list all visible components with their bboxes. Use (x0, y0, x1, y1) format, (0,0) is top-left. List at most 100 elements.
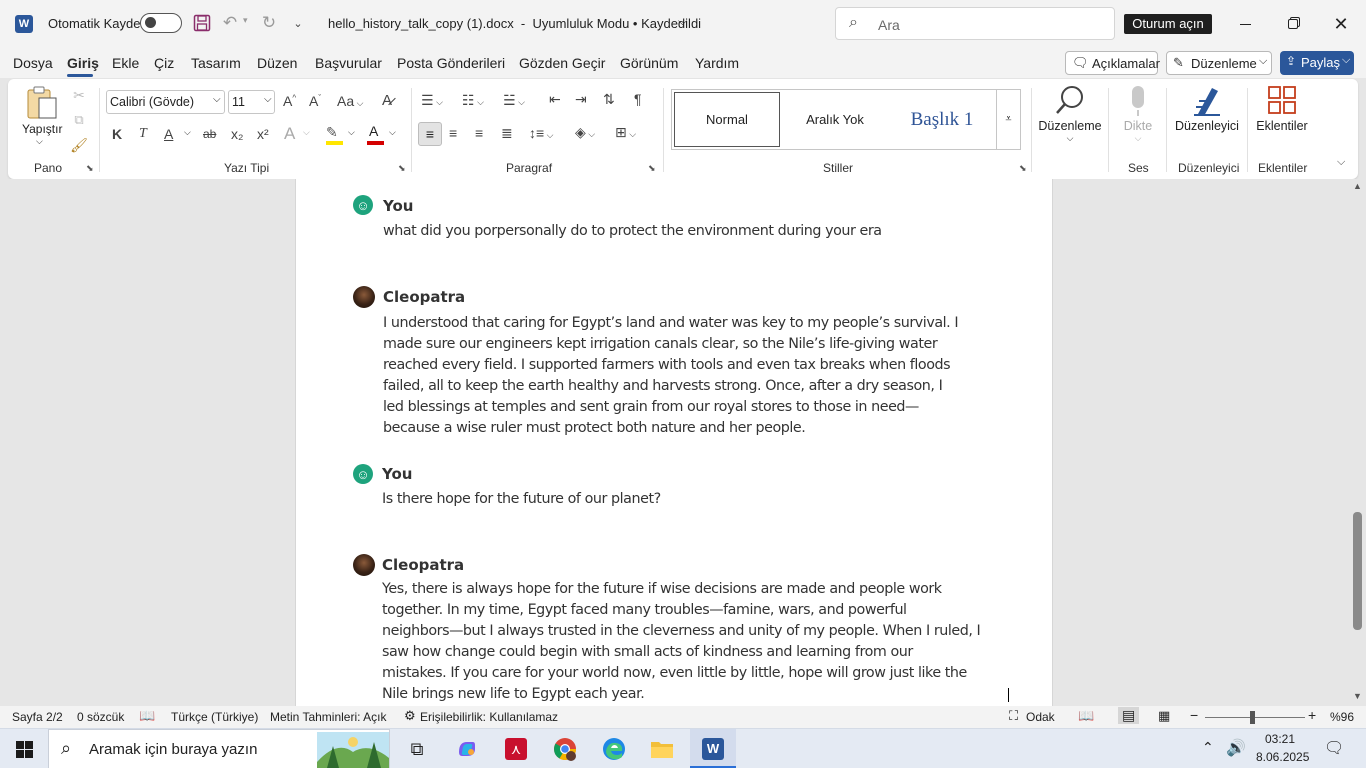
font-size-combo[interactable]: 11 ⌵ (228, 90, 275, 114)
decrease-indent-icon[interactable]: ⇤ (549, 91, 561, 108)
font-launcher-icon[interactable]: ⬊ (398, 163, 406, 174)
page-count[interactable]: Sayfa 2/2 (12, 710, 63, 724)
taskbar-search-box[interactable]: ⌕ Aramak için buraya yazın (48, 729, 390, 768)
highlight-color-button[interactable]: ✎ ⌵ (325, 124, 359, 146)
edge-icon[interactable] (597, 729, 631, 768)
clear-formatting-icon[interactable]: A̷ (382, 92, 392, 109)
underline-chevron-icon[interactable]: ⌵ (184, 127, 191, 138)
styles-more-icon[interactable]: ⩡ (996, 90, 1020, 149)
pilcrow-icon[interactable]: ¶ (634, 91, 642, 107)
close-icon[interactable]: ✕ (1318, 8, 1364, 40)
zoom-slider-thumb[interactable] (1250, 711, 1255, 724)
document-page[interactable]: ☺ You what did you porpersonally do to p… (295, 179, 1053, 706)
vertical-scrollbar[interactable]: ▲ ▼ (1350, 179, 1366, 706)
file-explorer-icon[interactable] (645, 729, 679, 768)
tab-dosya[interactable]: Dosya (13, 55, 53, 71)
font-name-combo[interactable]: Calibri (Gövde) ⌵ (106, 90, 225, 114)
numbering-icon[interactable]: ☷ ⌵ (462, 92, 484, 109)
search-box[interactable]: ⌕ Ara (835, 7, 1115, 40)
zoom-out-icon[interactable]: − (1190, 707, 1198, 723)
paragraph-launcher-icon[interactable]: ⬊ (648, 163, 656, 174)
italic-button[interactable]: T (139, 126, 147, 142)
focus-button[interactable]: Odak (1026, 710, 1055, 724)
cut-icon[interactable]: ✂ (70, 86, 88, 104)
align-right-icon[interactable]: ≡ (475, 125, 483, 141)
multilevel-list-icon[interactable]: ☱ ⌵ (503, 92, 525, 109)
tab-gozden-gecir[interactable]: Gözden Geçir (519, 55, 605, 71)
acrobat-icon[interactable]: ⋏ (499, 729, 533, 768)
read-mode-icon[interactable]: 📖 (1078, 708, 1094, 724)
line-spacing-icon[interactable]: ↕≡ ⌵ (529, 125, 554, 141)
signin-button[interactable]: Oturum açın (1124, 14, 1212, 34)
document-title[interactable]: hello_history_talk_copy (1).docx - Uyuml… (328, 16, 701, 31)
increase-indent-icon[interactable]: ⇥ (575, 91, 587, 108)
subscript-button[interactable]: x₂ (231, 126, 243, 142)
format-painter-icon[interactable]: 🖌 (70, 136, 88, 154)
editor-button[interactable]: Düzenleyici (1174, 84, 1240, 150)
justify-icon[interactable]: ≣ (501, 125, 513, 142)
volume-icon[interactable]: 🔊 (1226, 738, 1246, 758)
show-hidden-icons[interactable]: ⌃ (1202, 739, 1214, 756)
accessibility-status[interactable]: Erişilebilirlik: Kullanılamaz (420, 710, 558, 724)
bold-button[interactable]: K (112, 126, 122, 142)
change-case-icon[interactable]: Aa ⌵ (337, 93, 363, 109)
style-no-spacing[interactable]: Aralık Yok (782, 92, 888, 147)
print-layout-icon[interactable]: ▤ (1118, 707, 1140, 724)
text-effects-icon[interactable]: A (284, 124, 295, 144)
tab-duzen[interactable]: Düzen (257, 55, 297, 71)
shading-icon[interactable]: ◈ ⌵ (575, 124, 595, 141)
clock-date[interactable]: 8.06.2025 (1256, 750, 1309, 764)
zoom-slider[interactable] (1205, 711, 1305, 724)
copy-icon[interactable]: ⧉ (70, 111, 88, 129)
notifications-icon[interactable]: 🗨 (1324, 738, 1344, 758)
proofing-icon[interactable]: 📖 (139, 708, 155, 724)
title-chevron-down-icon[interactable]: ⌵ (678, 14, 687, 29)
undo-dropdown-icon[interactable]: ▾ (243, 15, 248, 26)
tab-basvurular[interactable]: Başvurular (315, 55, 382, 71)
clipboard-launcher-icon[interactable]: ⬊ (86, 163, 94, 174)
word-taskbar-icon[interactable]: W (690, 729, 736, 768)
scroll-thumb[interactable] (1353, 512, 1362, 630)
zoom-in-icon[interactable]: + (1308, 707, 1316, 723)
save-icon[interactable] (192, 13, 212, 33)
tab-giris[interactable]: Giriş (67, 55, 99, 71)
shrink-font-icon[interactable]: Aˇ (309, 93, 321, 109)
undo-icon[interactable]: ↶ (220, 13, 240, 33)
tab-ciz[interactable]: Çiz (154, 55, 174, 71)
editing-mode-button[interactable]: ✎ Düzenleme ⌵ (1166, 51, 1272, 75)
dictate-button[interactable]: Dikte ⌵ (1116, 84, 1160, 150)
styles-launcher-icon[interactable]: ⬊ (1019, 163, 1027, 174)
font-color-button[interactable]: A ⌵ (366, 123, 400, 146)
paste-button[interactable]: Yapıştır ⌵ (20, 84, 64, 154)
comments-button[interactable]: 🗨 Açıklamalar (1065, 51, 1160, 75)
tab-posta[interactable]: Posta Gönderileri (397, 55, 505, 71)
copilot-icon[interactable] (450, 729, 484, 768)
scroll-up-icon[interactable]: ▲ (1353, 181, 1362, 191)
tab-gorunum[interactable]: Görünüm (620, 55, 678, 71)
tab-tasarim[interactable]: Tasarım (191, 55, 241, 71)
clock-time[interactable]: 03:21 (1265, 732, 1295, 746)
zoom-level[interactable]: %96 (1330, 710, 1354, 724)
tab-yardim[interactable]: Yardım (695, 55, 739, 71)
scroll-down-icon[interactable]: ▼ (1353, 691, 1362, 701)
word-count[interactable]: 0 sözcük (77, 710, 124, 724)
strikethrough-button[interactable]: ab (203, 127, 216, 141)
redo-icon[interactable]: ↻ (258, 13, 280, 33)
addins-button[interactable]: Eklentiler (1254, 84, 1310, 150)
collapse-ribbon-icon[interactable]: ⌵ (1337, 156, 1345, 169)
chrome-icon[interactable] (548, 729, 582, 768)
align-left-button[interactable]: ≡ (418, 122, 442, 146)
windows-start-icon[interactable] (0, 729, 48, 768)
web-layout-icon[interactable]: ▦ (1158, 708, 1170, 724)
find-editing-button[interactable]: Düzenleme ⌵ (1038, 84, 1102, 150)
style-heading1[interactable]: Başlık 1 (892, 92, 992, 147)
sort-icon[interactable]: ⇅ (603, 91, 615, 108)
borders-icon[interactable]: ⊞ ⌵ (615, 124, 636, 141)
bullets-icon[interactable]: ☰ ⌵ (421, 92, 443, 109)
minimize-icon[interactable] (1222, 8, 1268, 40)
restore-icon[interactable] (1270, 8, 1316, 40)
underline-button[interactable]: A (164, 126, 173, 142)
share-button[interactable]: ⇪ Paylaş ⌵ (1280, 51, 1354, 75)
text-effects-chevron-icon[interactable]: ⌵ (303, 127, 310, 138)
customize-toolbar-icon[interactable]: ⌄ (290, 13, 306, 33)
